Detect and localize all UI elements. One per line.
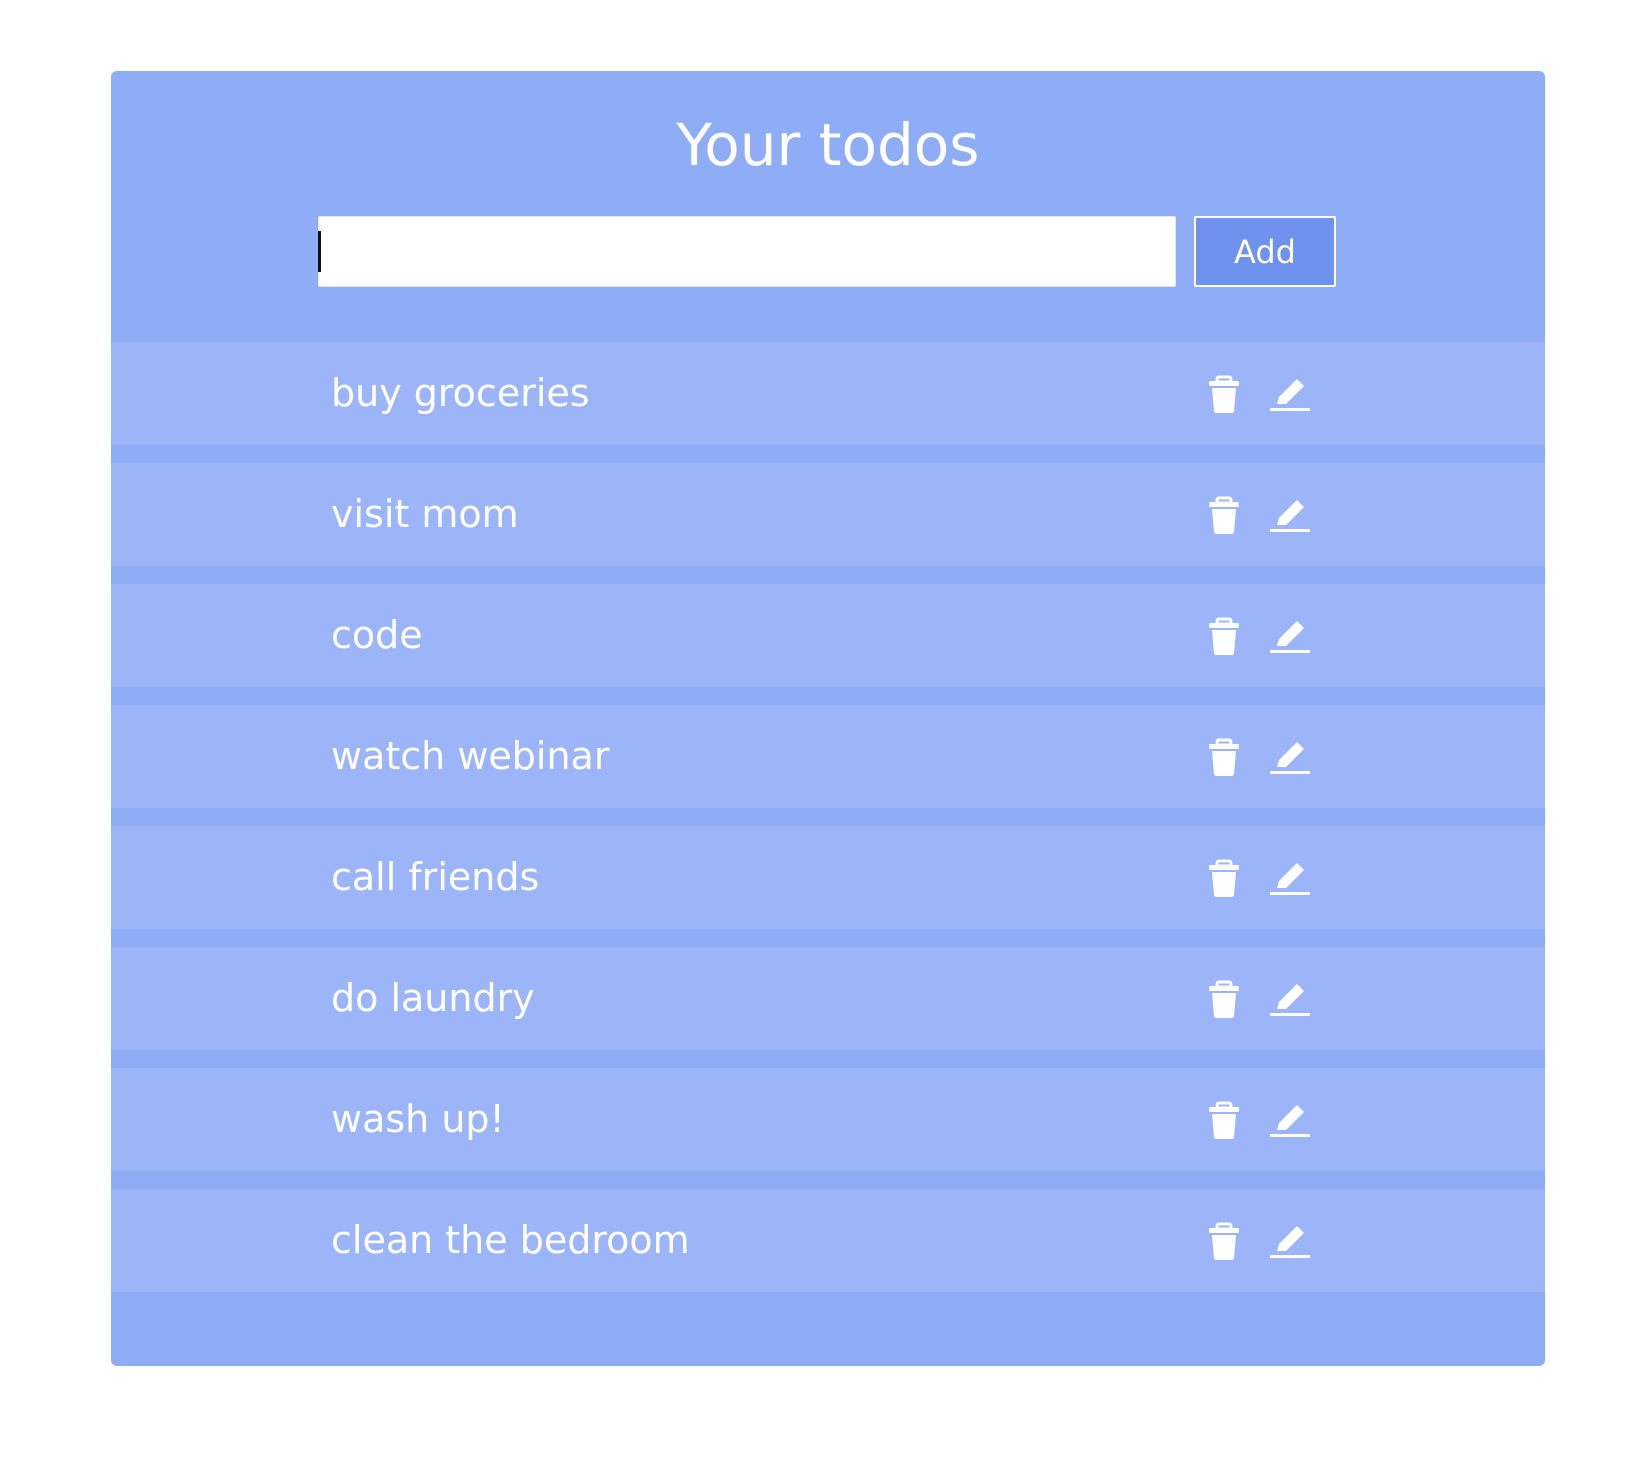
todo-item: watch webinar — [111, 705, 1545, 808]
todo-text: do laundry — [331, 976, 535, 1020]
pencil-icon[interactable] — [1267, 977, 1311, 1021]
todo-text: call friends — [331, 855, 540, 899]
trash-icon[interactable] — [1202, 372, 1246, 416]
pencil-icon[interactable] — [1267, 493, 1311, 537]
todo-item: clean the bedroom — [111, 1189, 1545, 1292]
pencil-icon[interactable] — [1267, 1098, 1311, 1142]
todo-text: clean the bedroom — [331, 1218, 690, 1262]
todo-list: buy groceries visit mom code watch webin… — [111, 342, 1545, 1310]
trash-icon[interactable] — [1202, 1098, 1246, 1142]
trash-icon[interactable] — [1202, 977, 1246, 1021]
todo-item: buy groceries — [111, 342, 1545, 445]
todo-text: visit mom — [331, 492, 519, 536]
trash-icon[interactable] — [1202, 735, 1246, 779]
trash-icon[interactable] — [1202, 493, 1246, 537]
pencil-icon[interactable] — [1267, 614, 1311, 658]
todo-card: Your todos Add buy groceries visit mom c… — [111, 71, 1545, 1366]
todo-item: do laundry — [111, 947, 1545, 1050]
add-button[interactable]: Add — [1194, 216, 1336, 287]
todo-item: wash up! — [111, 1068, 1545, 1171]
page-title: Your todos — [676, 111, 980, 179]
trash-icon[interactable] — [1202, 1219, 1246, 1263]
pencil-icon[interactable] — [1267, 372, 1311, 416]
todo-text: watch webinar — [331, 734, 610, 778]
pencil-icon[interactable] — [1267, 735, 1311, 779]
todo-text: buy groceries — [331, 371, 590, 415]
new-todo-input[interactable] — [318, 216, 1176, 287]
todo-item: call friends — [111, 826, 1545, 929]
todo-text: wash up! — [331, 1097, 505, 1141]
todo-item: code — [111, 584, 1545, 687]
trash-icon[interactable] — [1202, 614, 1246, 658]
todo-item: visit mom — [111, 463, 1545, 566]
trash-icon[interactable] — [1202, 856, 1246, 900]
pencil-icon[interactable] — [1267, 1219, 1311, 1263]
pencil-icon[interactable] — [1267, 856, 1311, 900]
todo-text: code — [331, 613, 423, 657]
